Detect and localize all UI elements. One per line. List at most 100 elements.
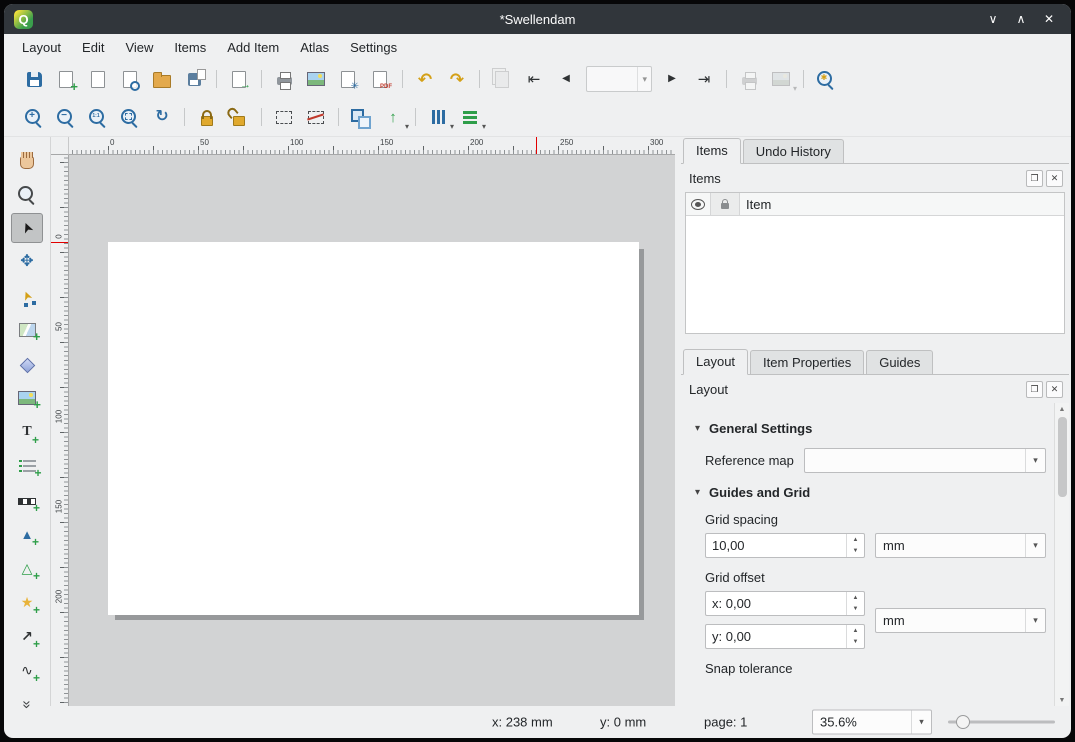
guides-grid-section-header[interactable]: ▾ Guides and Grid — [695, 485, 1046, 500]
atlas-previous-feature-button[interactable] — [550, 65, 582, 93]
edit-nodes-item-tool[interactable] — [11, 281, 43, 311]
tab-item-properties[interactable]: Item Properties — [750, 350, 864, 374]
zoom-out-button[interactable] — [50, 103, 82, 131]
spin-down-icon[interactable]: ▼ — [847, 637, 864, 649]
menu-layout[interactable]: Layout — [12, 37, 71, 58]
menu-atlas[interactable]: Atlas — [290, 37, 339, 58]
spin-up-icon[interactable]: ▲ — [847, 625, 864, 637]
undo-button[interactable] — [409, 65, 441, 93]
collapse-arrow-icon[interactable]: ▾ — [695, 487, 700, 498]
grid-offset-x-input[interactable] — [706, 592, 846, 615]
panel-close-button[interactable]: ✕ — [1046, 381, 1063, 398]
panel-float-button[interactable]: ❐ — [1026, 381, 1043, 398]
scroll-down-icon[interactable]: ▼ — [1055, 694, 1069, 706]
spin-up-icon[interactable]: ▲ — [847, 592, 864, 604]
spin-down-icon[interactable]: ▼ — [847, 546, 864, 558]
zoom-full-extent-button[interactable] — [114, 103, 146, 131]
resize-items-button[interactable] — [454, 103, 486, 131]
export-as-svg-button[interactable] — [332, 65, 364, 93]
reference-map-combo[interactable]: ▾ — [804, 448, 1046, 473]
add-marker-tool[interactable] — [11, 587, 43, 617]
save-project-button[interactable] — [18, 65, 50, 93]
group-items-button[interactable] — [345, 103, 377, 131]
atlas-next-feature-button[interactable] — [656, 65, 688, 93]
add-label-tool[interactable] — [11, 417, 43, 447]
add-picture-tool[interactable] — [11, 383, 43, 413]
save-as-template-button[interactable] — [178, 65, 210, 93]
zoom-in-button[interactable] — [18, 103, 50, 131]
zoom-slider[interactable] — [948, 715, 1055, 729]
tab-undo-history[interactable]: Undo History — [743, 139, 844, 163]
layout-canvas[interactable] — [69, 155, 675, 706]
chevron-down-icon[interactable]: ▾ — [1025, 534, 1045, 557]
tab-layout[interactable]: Layout — [683, 349, 748, 375]
layout-manager-button[interactable] — [114, 65, 146, 93]
export-as-image-button[interactable] — [300, 65, 332, 93]
tab-items[interactable]: Items — [683, 138, 741, 164]
add-3d-map-tool[interactable] — [11, 349, 43, 379]
chevron-down-icon[interactable]: ▾ — [1025, 609, 1045, 632]
general-settings-section-header[interactable]: ▾ General Settings — [695, 421, 1046, 436]
grid-spacing-unit-combo[interactable]: mm ▾ — [875, 533, 1046, 558]
scroll-up-icon[interactable]: ▲ — [1055, 403, 1069, 415]
add-items-from-template-button[interactable] — [223, 65, 255, 93]
scrollbar-thumb[interactable] — [1058, 417, 1067, 497]
maximize-button[interactable]: ∧ — [1011, 9, 1031, 29]
spin-up-icon[interactable]: ▲ — [847, 534, 864, 546]
panel-close-button[interactable]: ✕ — [1046, 170, 1063, 187]
menu-settings[interactable]: Settings — [340, 37, 407, 58]
grid-offset-y-input[interactable] — [706, 625, 846, 648]
deselect-all-items-button[interactable] — [300, 103, 332, 131]
layout-page[interactable] — [108, 242, 639, 615]
add-legend-tool[interactable] — [11, 451, 43, 481]
grid-spacing-input[interactable] — [706, 534, 846, 557]
panel-scrollbar[interactable]: ▲ ▼ — [1054, 403, 1069, 706]
atlas-feature-combo[interactable] — [586, 66, 652, 92]
add-scalebar-tool[interactable] — [11, 485, 43, 515]
export-as-pdf-button[interactable] — [364, 65, 396, 93]
add-north-arrow-tool[interactable] — [11, 519, 43, 549]
title-bar[interactable]: Q *Swellendam ∨ ∧ ✕ — [4, 4, 1071, 34]
minimize-button[interactable]: ∨ — [983, 9, 1003, 29]
add-arrow-tool[interactable] — [11, 621, 43, 651]
zoom-actual-size-button[interactable] — [82, 103, 114, 131]
unlock-all-items-button[interactable] — [223, 103, 255, 131]
print-layout-button[interactable] — [268, 65, 300, 93]
panel-float-button[interactable]: ❐ — [1026, 170, 1043, 187]
duplicate-layout-button[interactable] — [82, 65, 114, 93]
close-button[interactable]: ✕ — [1039, 9, 1059, 29]
select-move-item-tool[interactable] — [11, 213, 43, 243]
zoom-slider-handle[interactable] — [956, 715, 970, 729]
raise-selected-items-button[interactable] — [377, 103, 409, 131]
pan-layout-tool[interactable] — [11, 145, 43, 175]
atlas-last-feature-button[interactable] — [688, 65, 720, 93]
menu-add-item[interactable]: Add Item — [217, 37, 289, 58]
zoom-tool[interactable] — [11, 179, 43, 209]
menu-view[interactable]: View — [115, 37, 163, 58]
select-all-items-button[interactable] — [268, 103, 300, 131]
move-item-content-tool[interactable] — [11, 247, 43, 277]
atlas-first-feature-button[interactable] — [518, 65, 550, 93]
menu-edit[interactable]: Edit — [72, 37, 114, 58]
menu-items[interactable]: Items — [164, 37, 216, 58]
add-shape-tool[interactable] — [11, 553, 43, 583]
load-from-template-button[interactable] — [146, 65, 178, 93]
zoom-level-combo[interactable]: 35.6% ▾ — [812, 710, 932, 735]
add-node-item-tool[interactable] — [11, 655, 43, 685]
align-items-button[interactable] — [422, 103, 454, 131]
spin-down-icon[interactable]: ▼ — [847, 604, 864, 616]
collapse-arrow-icon[interactable]: ▾ — [695, 423, 700, 434]
preview-atlas-button[interactable] — [486, 65, 518, 93]
add-map-tool[interactable] — [11, 315, 43, 345]
redo-button[interactable] — [441, 65, 473, 93]
chevron-down-icon[interactable]: ▾ — [911, 711, 931, 734]
export-atlas-button[interactable] — [765, 65, 797, 93]
atlas-settings-button[interactable] — [810, 65, 842, 93]
chevron-down-icon[interactable]: ▾ — [1025, 449, 1045, 472]
grid-offset-unit-combo[interactable]: mm ▾ — [875, 608, 1046, 633]
refresh-view-button[interactable] — [146, 103, 178, 131]
print-atlas-button[interactable] — [733, 65, 765, 93]
items-list-empty[interactable] — [686, 216, 1064, 333]
tab-guides[interactable]: Guides — [866, 350, 933, 374]
new-layout-button[interactable] — [50, 65, 82, 93]
